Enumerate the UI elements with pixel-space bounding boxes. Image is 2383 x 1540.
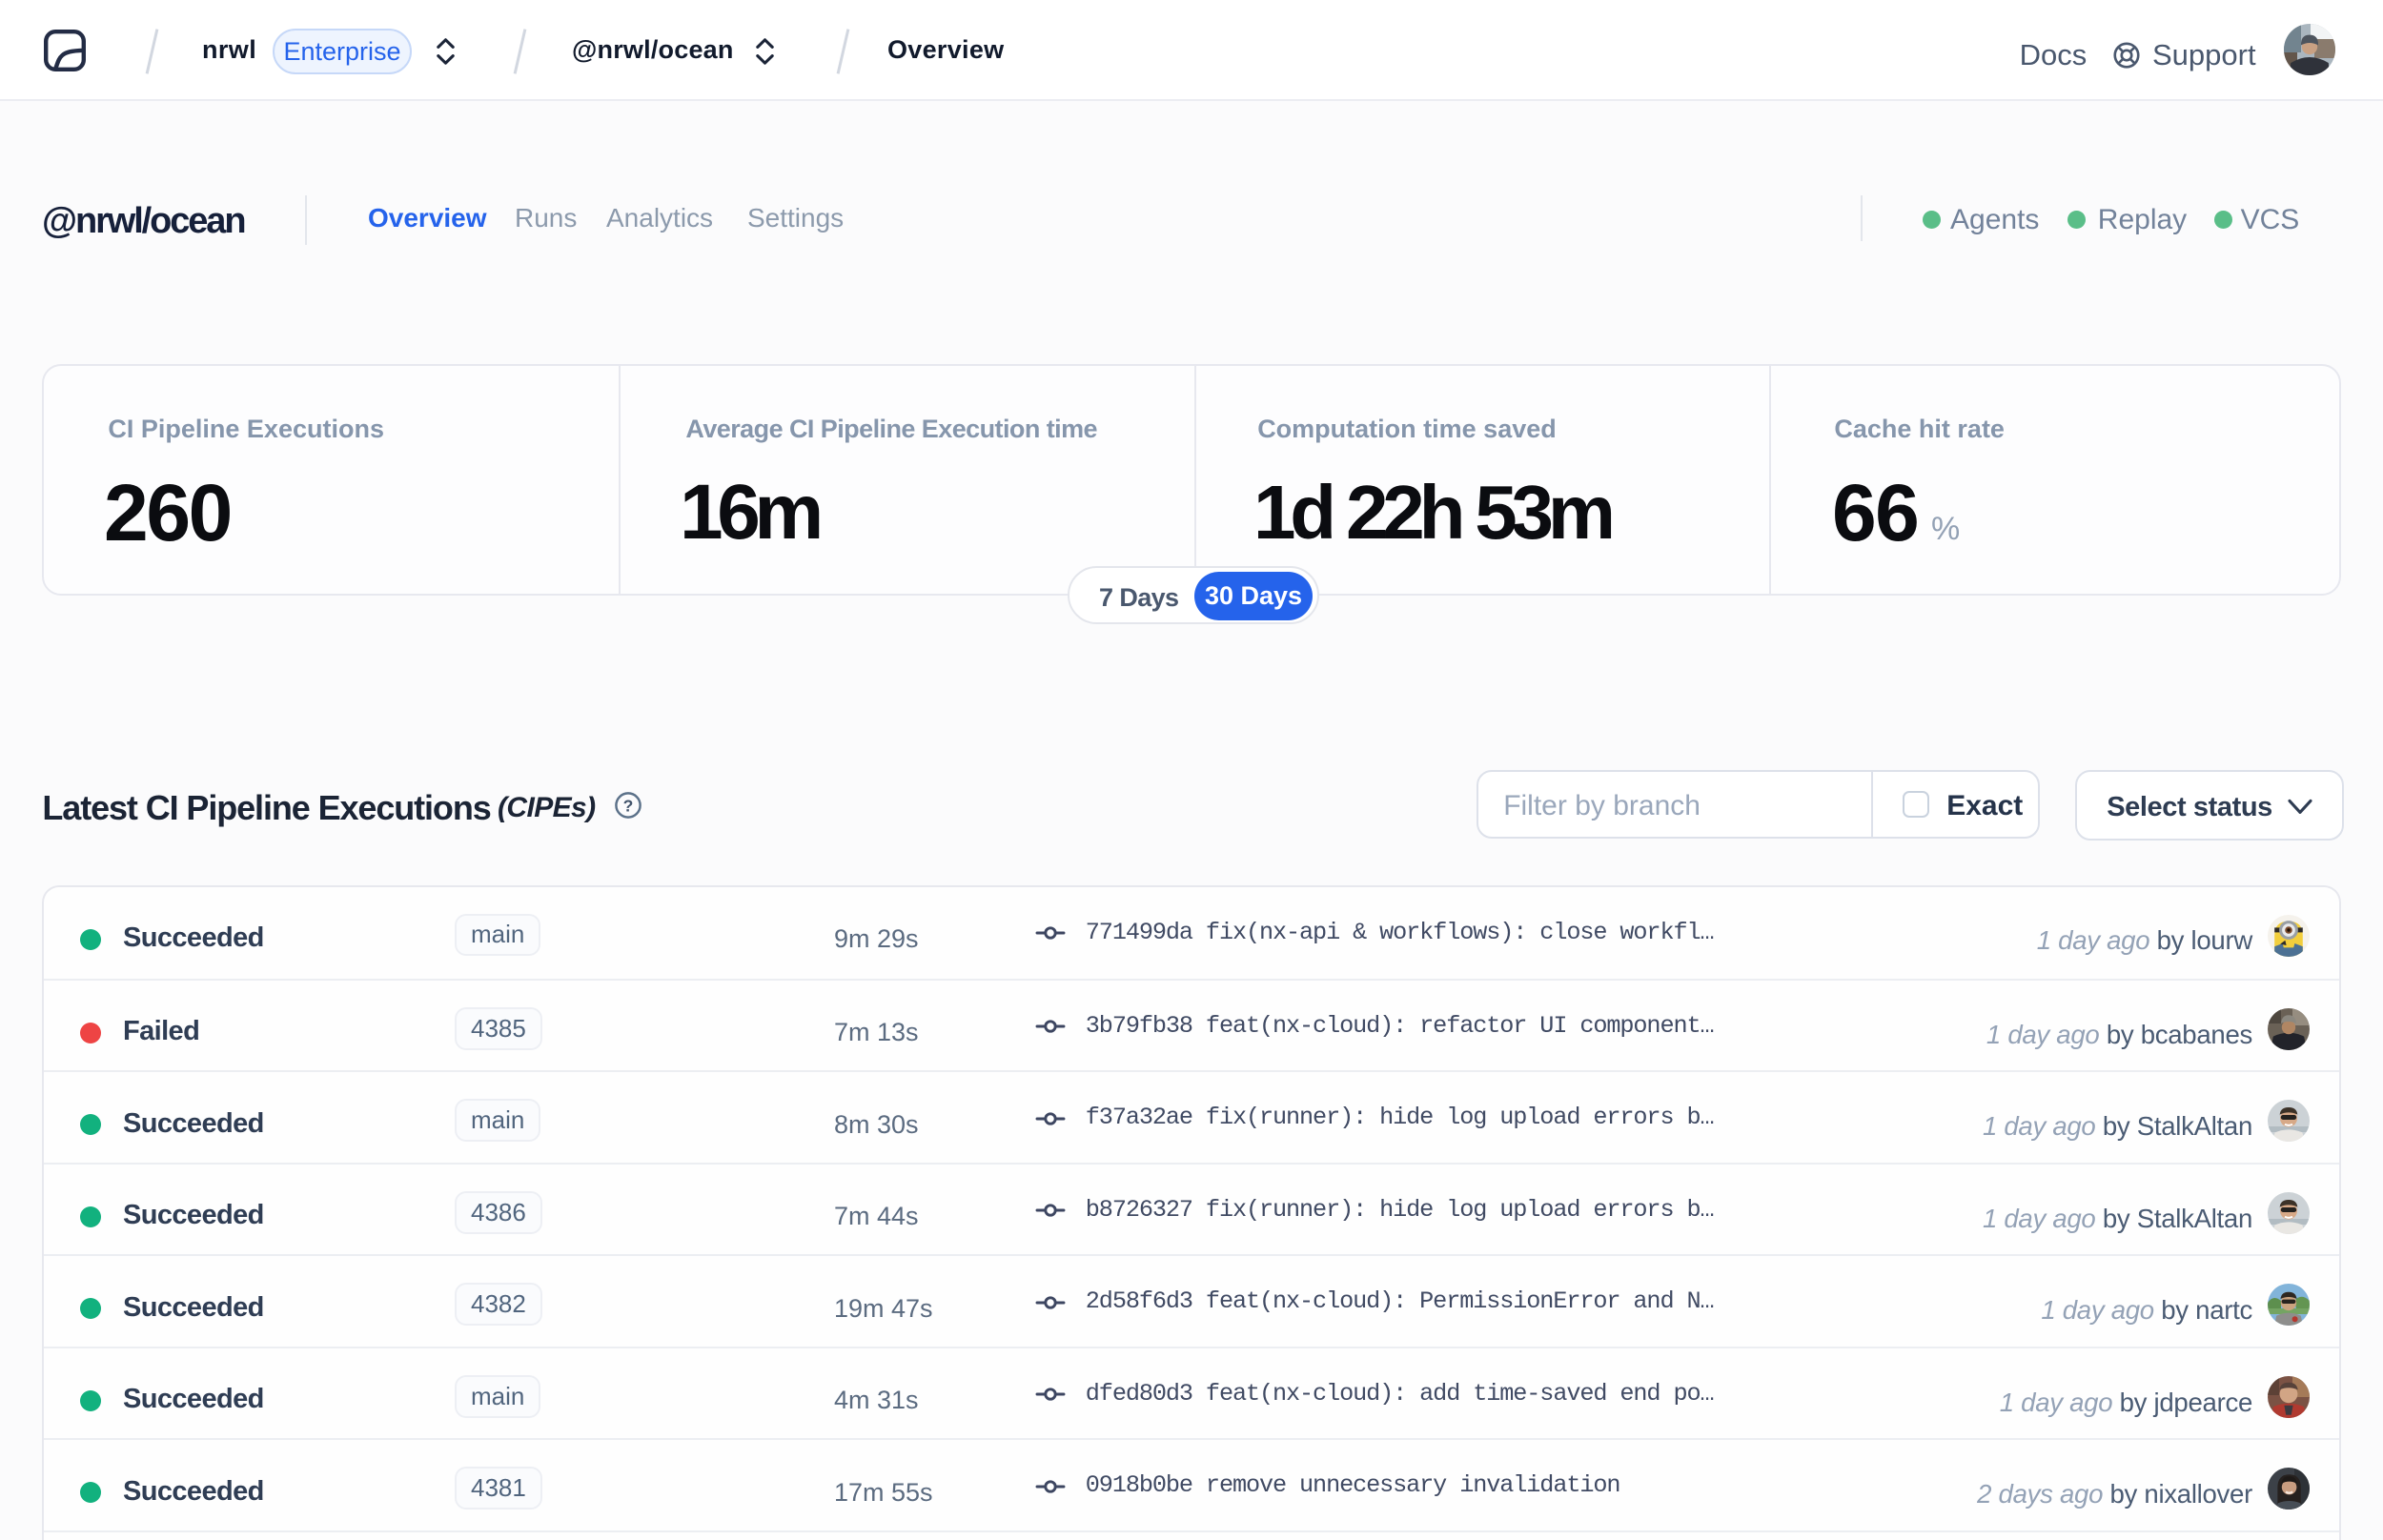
svg-text:?: ?: [623, 796, 634, 815]
